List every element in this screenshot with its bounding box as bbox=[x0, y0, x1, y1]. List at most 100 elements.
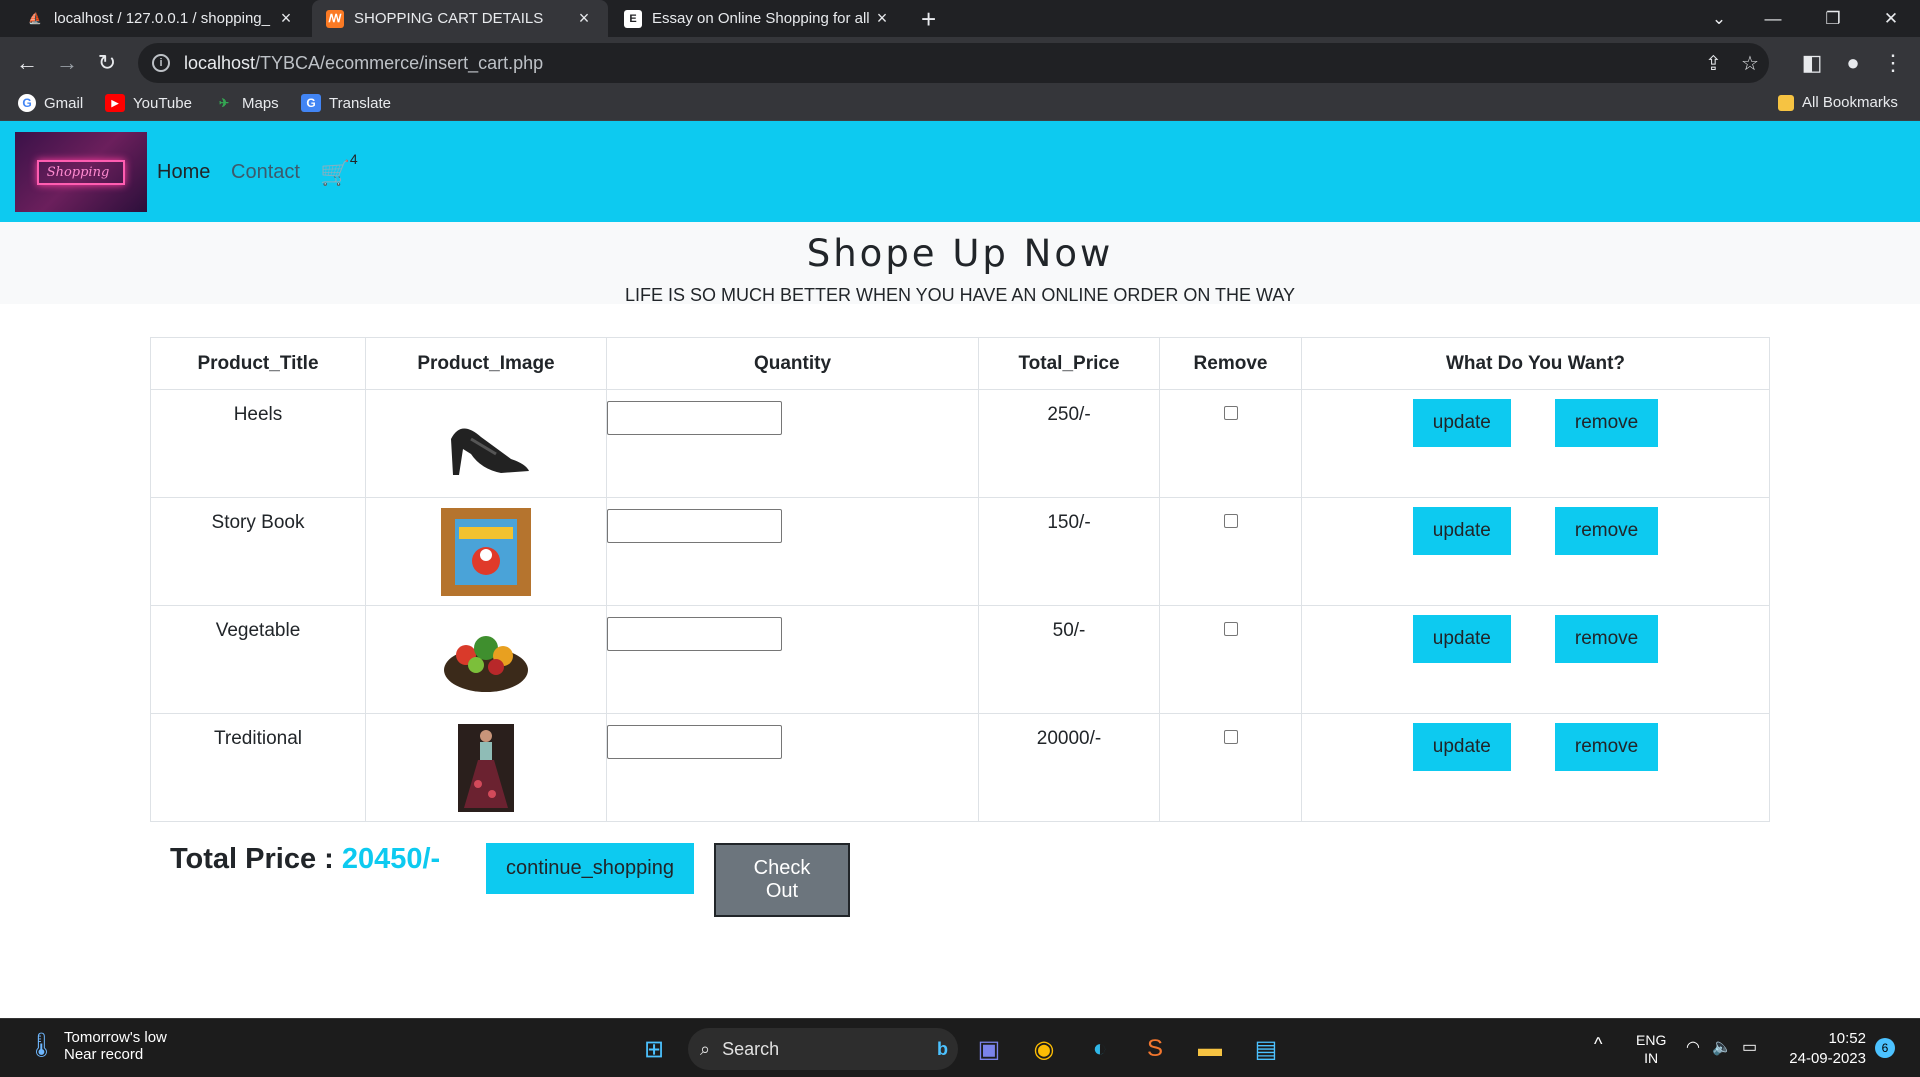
col-header-actions: What Do You Want? bbox=[1301, 337, 1770, 390]
site-logo[interactable]: Shopping bbox=[15, 132, 147, 212]
new-tab-button[interactable]: + bbox=[921, 4, 936, 35]
update-button[interactable]: update bbox=[1412, 507, 1511, 555]
tab-shopping-cart[interactable]: ꟿ SHOPPING CART DETAILS × bbox=[312, 0, 608, 37]
quantity-cell bbox=[606, 605, 979, 714]
nav-cart-link[interactable]: 🛒4 bbox=[320, 151, 358, 188]
folder-icon bbox=[1778, 94, 1794, 111]
address-toolbar: ← → ↻ i localhost/TYBCA/ecommerce/insert… bbox=[0, 37, 1920, 89]
weather-line2: Near record bbox=[64, 1046, 144, 1063]
update-button[interactable]: update bbox=[1412, 615, 1511, 663]
back-icon[interactable]: ← bbox=[12, 49, 42, 77]
restore-icon[interactable]: ❐ bbox=[1804, 0, 1862, 37]
clock-time: 10:52 bbox=[1828, 1030, 1866, 1047]
wifi-icon[interactable]: ◠ bbox=[1686, 1037, 1700, 1057]
search-label: Search bbox=[722, 1038, 780, 1059]
forward-icon[interactable]: → bbox=[52, 49, 82, 77]
chrome-icon[interactable]: ◉ bbox=[1024, 1029, 1064, 1069]
search-icon: ⌕ bbox=[700, 1038, 711, 1059]
remove-checkbox[interactable] bbox=[1223, 514, 1238, 528]
windows-start-icon[interactable]: ⊞ bbox=[634, 1029, 674, 1069]
phpmyadmin-icon: ⛵ bbox=[28, 13, 42, 25]
chevron-up-icon[interactable]: ^ bbox=[1594, 1034, 1602, 1055]
tab-essay[interactable]: E Essay on Online Shopping for all × bbox=[610, 0, 906, 37]
close-icon[interactable]: × bbox=[872, 8, 892, 29]
nav-contact-link[interactable]: Contact bbox=[231, 161, 300, 184]
product-image-cell bbox=[365, 605, 607, 714]
taskbar-search[interactable]: ⌕ Search b bbox=[688, 1028, 958, 1070]
remove-button[interactable]: remove bbox=[1554, 507, 1659, 555]
tab-search-chevron-icon[interactable]: ⌄ bbox=[1690, 0, 1748, 37]
side-panel-icon[interactable]: ◧ bbox=[1797, 49, 1827, 77]
remove-button[interactable]: remove bbox=[1554, 723, 1659, 771]
page-title: Shope Up Now bbox=[806, 232, 1114, 275]
total-price-label: Total Price : bbox=[170, 843, 334, 875]
update-button[interactable]: update bbox=[1412, 399, 1511, 447]
table-header-row: Product_Title Product_Image Quantity Tot… bbox=[150, 337, 1770, 390]
table-row: Treditional 20000/- update remove bbox=[150, 713, 1770, 822]
quantity-input[interactable] bbox=[607, 725, 782, 759]
quantity-input[interactable] bbox=[607, 401, 782, 435]
remove-cell bbox=[1159, 605, 1302, 714]
bookmark-star-icon[interactable]: ☆ bbox=[1741, 51, 1759, 76]
close-icon[interactable]: × bbox=[574, 8, 594, 29]
col-header-price: Total_Price bbox=[978, 337, 1160, 390]
bookmark-gmail[interactable]: G Gmail bbox=[18, 94, 83, 112]
product-image-cell bbox=[365, 713, 607, 822]
total-price: Total Price : 20450/- bbox=[170, 843, 440, 876]
bookmark-label: Translate bbox=[329, 94, 391, 112]
reload-icon[interactable]: ↻ bbox=[92, 49, 122, 77]
notepad-icon[interactable]: ▤ bbox=[1246, 1029, 1286, 1069]
weather-widget[interactable]: 🌡 Tomorrow's low Near record bbox=[26, 1029, 167, 1063]
language-indicator[interactable]: ENG IN bbox=[1636, 1031, 1666, 1067]
actions-cell: update remove bbox=[1301, 389, 1770, 498]
table-row: Story Book 150/- update remove bbox=[150, 497, 1770, 606]
sublime-text-icon[interactable]: S bbox=[1135, 1029, 1175, 1069]
checkout-button[interactable]: Check Out bbox=[714, 843, 850, 917]
all-bookmarks[interactable]: All Bookmarks bbox=[1778, 94, 1898, 111]
continue-shopping-button[interactable]: continue_shopping bbox=[486, 843, 694, 894]
bookmarks-bar: G Gmail ▶ YouTube ✈ Maps G Translate All… bbox=[0, 89, 1920, 121]
bookmark-label: Maps bbox=[242, 94, 279, 112]
site-info-icon[interactable]: i bbox=[152, 54, 170, 72]
file-explorer-icon[interactable]: ▬ bbox=[1190, 1029, 1230, 1069]
product-title: Treditional bbox=[150, 713, 366, 822]
col-header-title: Product_Title bbox=[150, 337, 366, 390]
profile-icon[interactable]: ● bbox=[1838, 49, 1868, 77]
battery-icon[interactable]: ▭ bbox=[1742, 1037, 1757, 1057]
bookmark-translate[interactable]: G Translate bbox=[301, 94, 391, 112]
remove-checkbox[interactable] bbox=[1223, 730, 1238, 744]
hero-banner: Shope Up Now LIFE IS SO MUCH BETTER WHEN… bbox=[0, 222, 1920, 305]
nav-home-link[interactable]: Home bbox=[157, 161, 210, 184]
quantity-cell bbox=[606, 389, 979, 498]
remove-checkbox[interactable] bbox=[1223, 406, 1238, 420]
remove-cell bbox=[1159, 389, 1302, 498]
cart-count: 4 bbox=[349, 151, 358, 167]
quantity-cell bbox=[606, 713, 979, 822]
bookmark-maps[interactable]: ✈ Maps bbox=[214, 94, 279, 112]
close-icon[interactable]: × bbox=[276, 8, 296, 29]
table-row: Heels 250/- update remove bbox=[150, 389, 1770, 498]
menu-kebab-icon[interactable]: ⋮ bbox=[1878, 49, 1908, 77]
volume-icon[interactable]: 🔈 bbox=[1712, 1037, 1732, 1057]
teams-meet-icon[interactable]: ▣ bbox=[969, 1029, 1009, 1069]
minimize-icon[interactable]: — bbox=[1744, 0, 1802, 37]
col-header-remove: Remove bbox=[1159, 337, 1302, 390]
clock[interactable]: 10:52 24-09-2023 bbox=[1786, 1029, 1866, 1069]
close-window-icon[interactable]: ✕ bbox=[1862, 0, 1920, 37]
remove-cell bbox=[1159, 713, 1302, 822]
update-button[interactable]: update bbox=[1412, 723, 1511, 771]
quantity-input[interactable] bbox=[607, 509, 782, 543]
quantity-input[interactable] bbox=[607, 617, 782, 651]
remove-button[interactable]: remove bbox=[1554, 399, 1659, 447]
remove-button[interactable]: remove bbox=[1554, 615, 1659, 663]
tab-phpmyadmin[interactable]: ⛵ localhost / 127.0.0.1 / shopping_ × bbox=[12, 0, 310, 37]
edge-icon[interactable]: ◐ bbox=[1080, 1029, 1120, 1069]
bookmark-youtube[interactable]: ▶ YouTube bbox=[105, 94, 192, 112]
remove-checkbox[interactable] bbox=[1223, 622, 1238, 636]
notification-badge[interactable]: 6 bbox=[1875, 1038, 1895, 1058]
address-bar[interactable]: i localhost/TYBCA/ecommerce/insert_cart.… bbox=[138, 43, 1769, 83]
thermometer-icon: 🌡 bbox=[26, 1032, 57, 1059]
share-icon[interactable]: ⇪ bbox=[1705, 51, 1722, 76]
product-price: 20000/- bbox=[978, 713, 1160, 822]
actions-cell: update remove bbox=[1301, 497, 1770, 606]
